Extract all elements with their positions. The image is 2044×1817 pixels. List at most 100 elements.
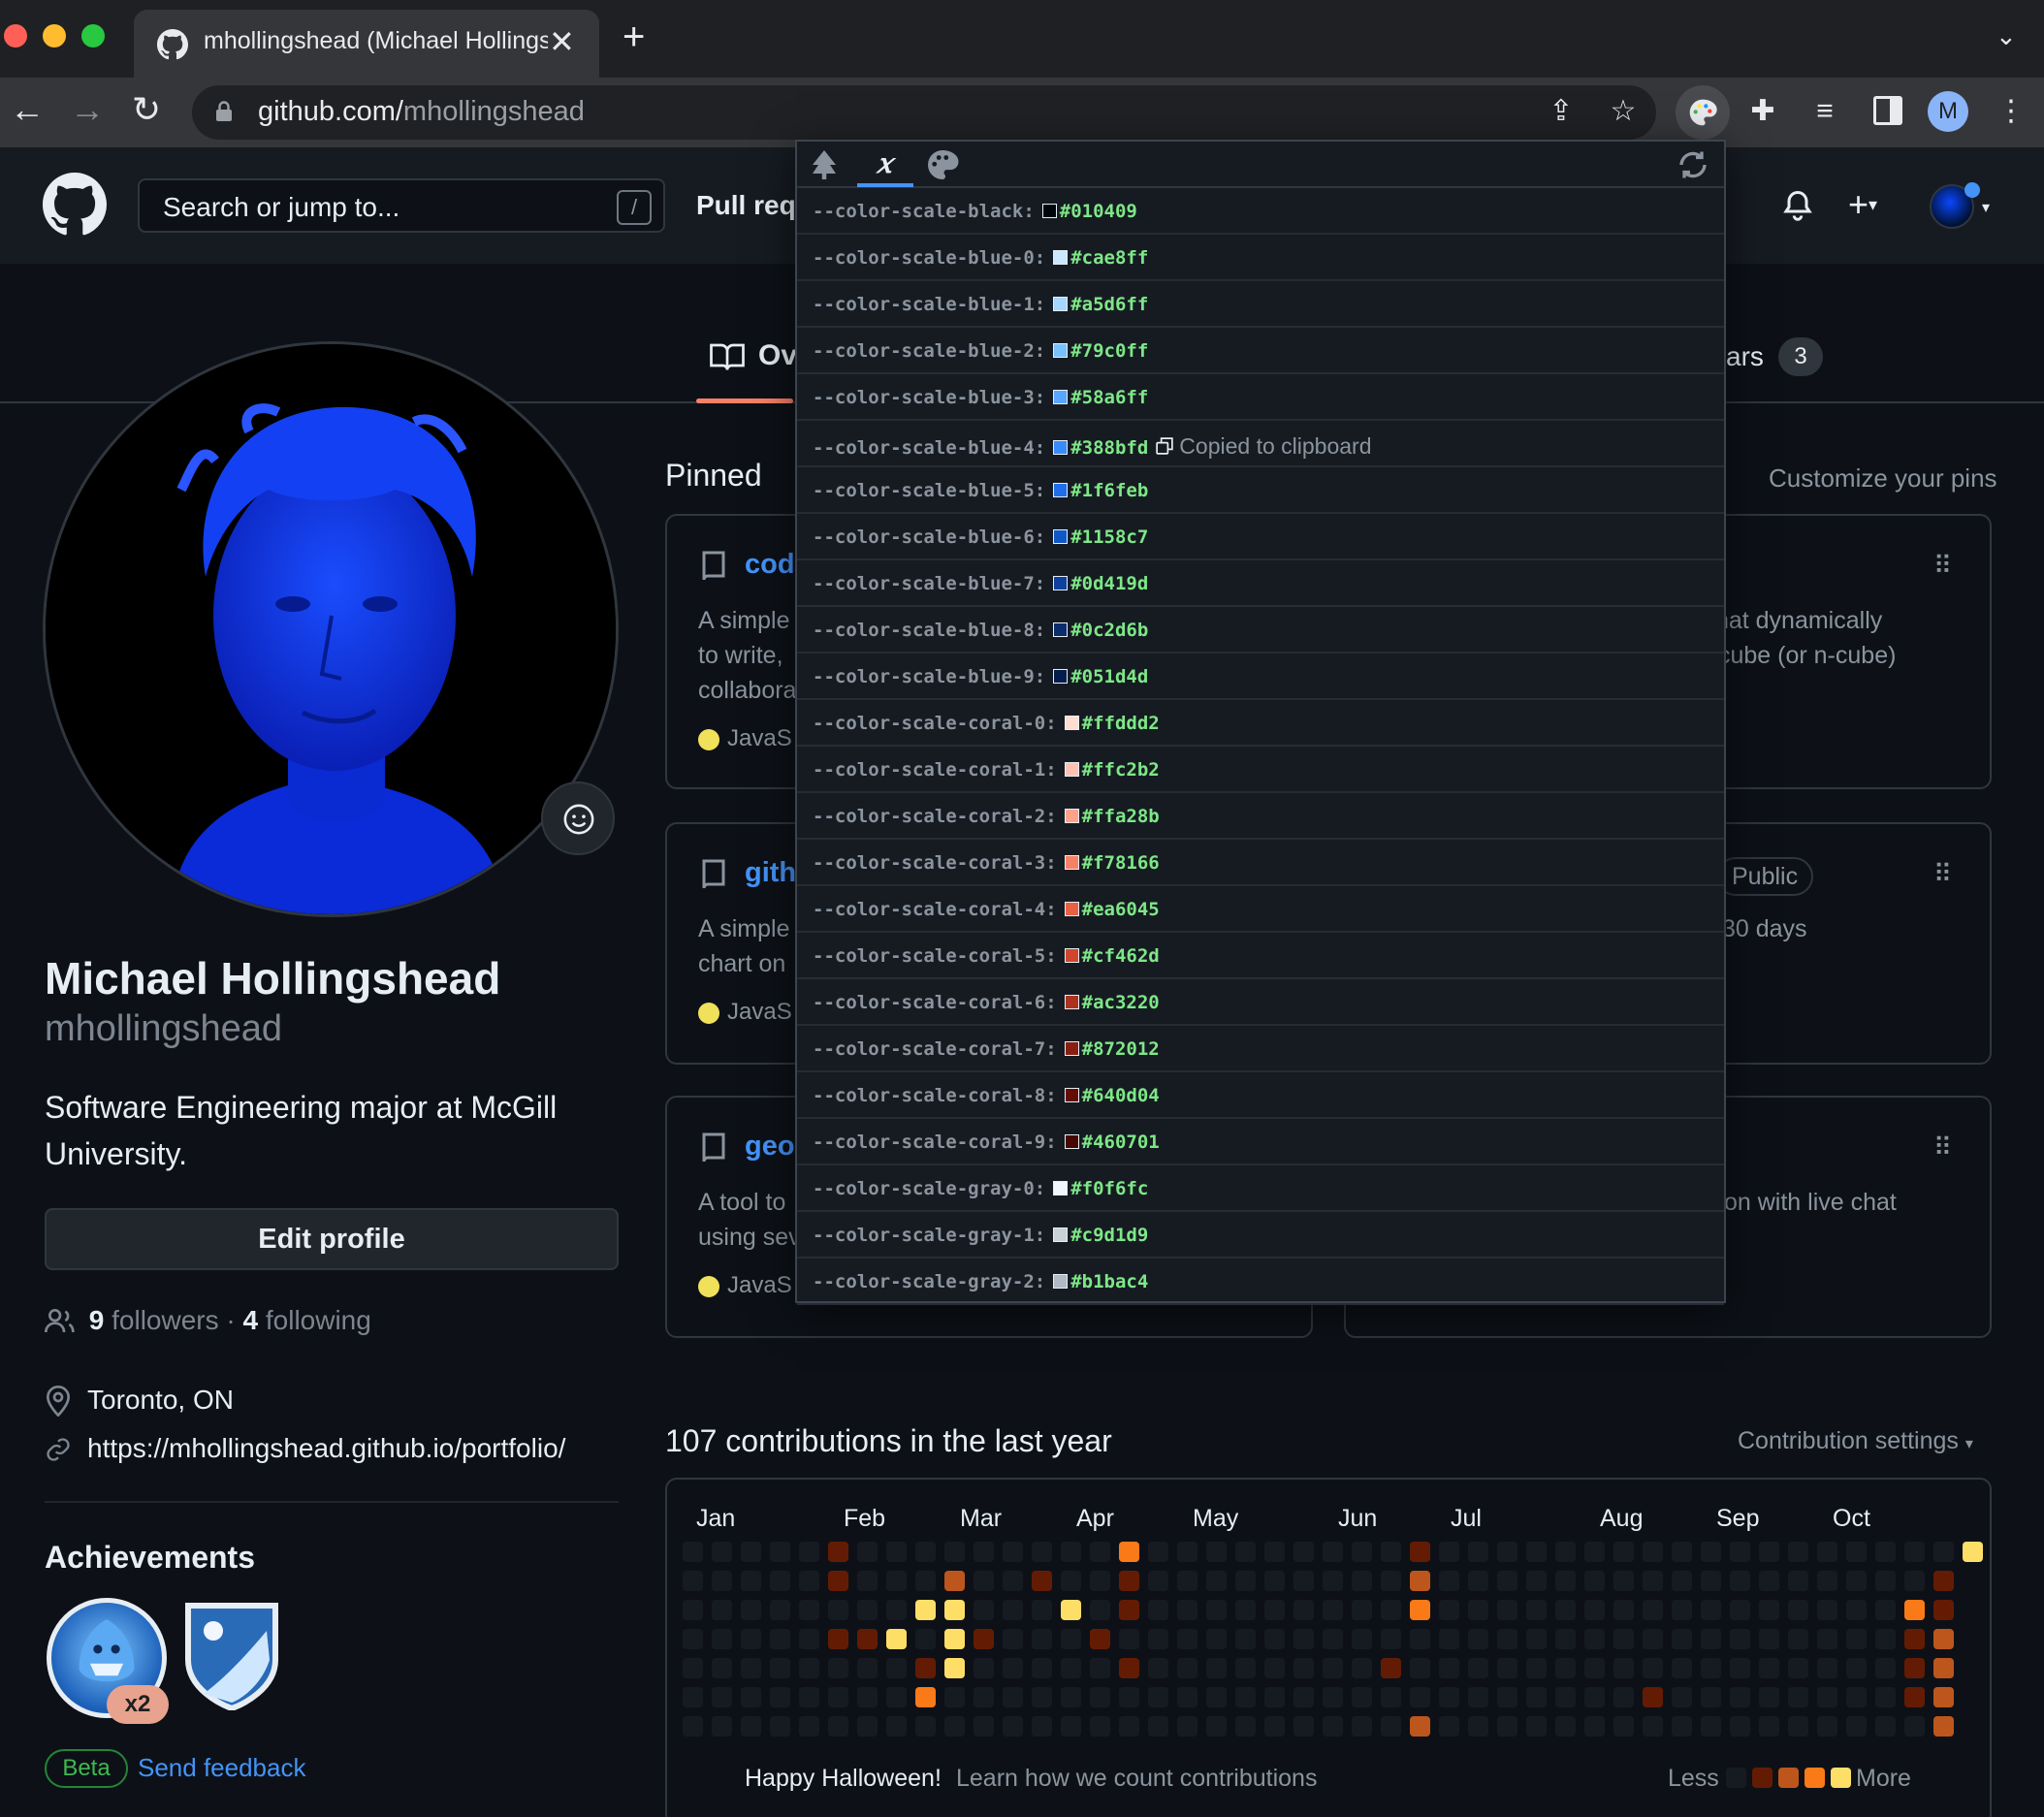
contribution-day-cell[interactable] xyxy=(886,1716,907,1737)
variables-x-icon[interactable]: 𝑥 xyxy=(865,147,904,182)
contribution-day-cell[interactable] xyxy=(1643,1629,1663,1649)
contribution-day-cell[interactable] xyxy=(1264,1600,1285,1620)
contribution-day-cell[interactable] xyxy=(1730,1571,1750,1591)
contribution-day-cell[interactable] xyxy=(770,1716,790,1737)
user-menu-caret-icon[interactable]: ▾ xyxy=(1982,198,1990,217)
contribution-day-cell[interactable] xyxy=(1672,1687,1692,1707)
contribution-day-cell[interactable] xyxy=(974,1571,994,1591)
edit-profile-button[interactable]: Edit profile xyxy=(45,1208,619,1270)
contribution-day-cell[interactable] xyxy=(712,1629,732,1649)
contribution-day-cell[interactable] xyxy=(974,1629,994,1649)
variable-value[interactable]: #ac3220 xyxy=(1082,992,1160,1013)
contribution-day-cell[interactable] xyxy=(915,1600,936,1620)
contribution-day-cell[interactable] xyxy=(741,1542,761,1562)
variable-value[interactable]: #b1bac4 xyxy=(1070,1271,1148,1292)
css-variable-row[interactable]: --color-scale-blue-0: #cae8ff xyxy=(797,235,1724,281)
contribution-settings-dropdown[interactable]: Contribution settings ▾ xyxy=(1738,1427,1973,1455)
contribution-day-cell[interactable] xyxy=(1846,1571,1867,1591)
contribution-day-cell[interactable] xyxy=(1061,1571,1081,1591)
website-link[interactable]: https://mhollingshead.github.io/portfoli… xyxy=(87,1433,565,1463)
contribution-day-cell[interactable] xyxy=(1497,1687,1517,1707)
contribution-day-cell[interactable] xyxy=(1759,1600,1779,1620)
contribution-day-cell[interactable] xyxy=(1352,1571,1372,1591)
contribution-day-cell[interactable] xyxy=(886,1571,907,1591)
following-link[interactable]: 4 following xyxy=(243,1305,371,1335)
contribution-day-cell[interactable] xyxy=(944,1658,965,1678)
css-variable-row[interactable]: --color-scale-coral-6: #ac3220 xyxy=(797,979,1724,1026)
contribution-day-cell[interactable] xyxy=(1584,1571,1605,1591)
contribution-day-cell[interactable] xyxy=(1439,1571,1459,1591)
drag-grip-icon[interactable]: ⠿ xyxy=(1933,1132,1952,1163)
contribution-day-cell[interactable] xyxy=(1119,1629,1139,1649)
contribution-day-cell[interactable] xyxy=(1759,1687,1779,1707)
contribution-day-cell[interactable] xyxy=(1352,1600,1372,1620)
css-variable-row[interactable]: --color-scale-blue-1: #a5d6ff xyxy=(797,281,1724,328)
css-variable-row[interactable]: --color-scale-coral-5: #cf462d xyxy=(797,933,1724,979)
contribution-day-cell[interactable] xyxy=(1235,1600,1256,1620)
contribution-day-cell[interactable] xyxy=(1613,1629,1634,1649)
contribution-day-cell[interactable] xyxy=(1032,1716,1052,1737)
contribution-day-cell[interactable] xyxy=(1759,1658,1779,1678)
contribution-day-cell[interactable] xyxy=(974,1716,994,1737)
contribution-day-cell[interactable] xyxy=(1061,1542,1081,1562)
contribution-day-cell[interactable] xyxy=(1177,1600,1198,1620)
contribution-day-cell[interactable] xyxy=(1439,1600,1459,1620)
contribution-day-cell[interactable] xyxy=(1032,1542,1052,1562)
contribution-day-cell[interactable] xyxy=(1148,1571,1168,1591)
contribution-day-cell[interactable] xyxy=(1904,1571,1925,1591)
contribution-day-cell[interactable] xyxy=(1817,1658,1837,1678)
contribution-day-cell[interactable] xyxy=(1555,1571,1576,1591)
contribution-day-cell[interactable] xyxy=(1526,1600,1547,1620)
contribution-day-cell[interactable] xyxy=(1293,1542,1314,1562)
notifications-bell-icon[interactable] xyxy=(1780,188,1815,223)
contribution-day-cell[interactable] xyxy=(1672,1571,1692,1591)
address-bar[interactable]: github.com/mhollingshead xyxy=(192,85,1656,140)
contribution-day-cell[interactable] xyxy=(1875,1716,1896,1737)
contribution-day-cell[interactable] xyxy=(1817,1542,1837,1562)
contribution-day-cell[interactable] xyxy=(1613,1658,1634,1678)
contribution-day-cell[interactable] xyxy=(770,1687,790,1707)
contribution-day-cell[interactable] xyxy=(1468,1629,1488,1649)
nav-pull-requests[interactable]: Pull req xyxy=(696,190,796,221)
css-variable-row[interactable]: --color-scale-coral-9: #460701 xyxy=(797,1119,1724,1165)
contribution-day-cell[interactable] xyxy=(1352,1542,1372,1562)
variable-value[interactable]: #79c0ff xyxy=(1070,340,1148,362)
extensions-puzzle-icon[interactable]: ✚ xyxy=(1743,92,1782,131)
variable-value[interactable]: #0d419d xyxy=(1070,573,1148,594)
contribution-day-cell[interactable] xyxy=(1148,1600,1168,1620)
profile-avatar[interactable] xyxy=(43,341,619,917)
back-arrow-icon[interactable]: ← xyxy=(10,89,45,130)
contribution-day-cell[interactable] xyxy=(1090,1687,1110,1707)
browser-tab[interactable]: mhollingshead (Michael Hollingshead) ✕ xyxy=(134,10,599,80)
contribution-day-cell[interactable] xyxy=(915,1629,936,1649)
contribution-day-cell[interactable] xyxy=(1206,1629,1227,1649)
variable-value[interactable]: #1f6feb xyxy=(1070,480,1148,501)
css-variable-row[interactable]: --color-scale-blue-8: #0c2d6b xyxy=(797,607,1724,653)
contribution-day-cell[interactable] xyxy=(1061,1629,1081,1649)
contribution-day-cell[interactable] xyxy=(799,1716,819,1737)
achievement-starstruck-badge[interactable] xyxy=(184,1602,279,1710)
contribution-day-cell[interactable] xyxy=(1759,1571,1779,1591)
css-variable-row[interactable]: --color-scale-coral-1: #ffc2b2 xyxy=(797,747,1724,793)
contribution-day-cell[interactable] xyxy=(1584,1716,1605,1737)
contribution-day-cell[interactable] xyxy=(1701,1629,1721,1649)
variable-value[interactable]: #ea6045 xyxy=(1082,899,1160,920)
contribution-day-cell[interactable] xyxy=(828,1600,848,1620)
css-variable-row[interactable]: --color-scale-coral-0: #ffddd2 xyxy=(797,700,1724,747)
contribution-day-cell[interactable] xyxy=(1235,1629,1256,1649)
new-tab-plus-icon[interactable]: + xyxy=(623,16,645,59)
contribution-day-cell[interactable] xyxy=(712,1658,732,1678)
contribution-day-cell[interactable] xyxy=(1672,1542,1692,1562)
contribution-day-cell[interactable] xyxy=(683,1600,703,1620)
contribution-day-cell[interactable] xyxy=(1061,1716,1081,1737)
contribution-day-cell[interactable] xyxy=(1613,1571,1634,1591)
contribution-day-cell[interactable] xyxy=(1410,1600,1430,1620)
contribution-day-cell[interactable] xyxy=(974,1542,994,1562)
variable-value[interactable]: #58a6ff xyxy=(1070,387,1148,408)
contribution-day-cell[interactable] xyxy=(712,1571,732,1591)
css-variable-row[interactable]: --color-scale-gray-0: #f0f6fc xyxy=(797,1165,1724,1212)
contribution-day-cell[interactable] xyxy=(1119,1658,1139,1678)
side-panel-icon[interactable] xyxy=(1873,96,1902,125)
contribution-day-cell[interactable] xyxy=(1759,1629,1779,1649)
contribution-day-cell[interactable] xyxy=(1148,1716,1168,1737)
